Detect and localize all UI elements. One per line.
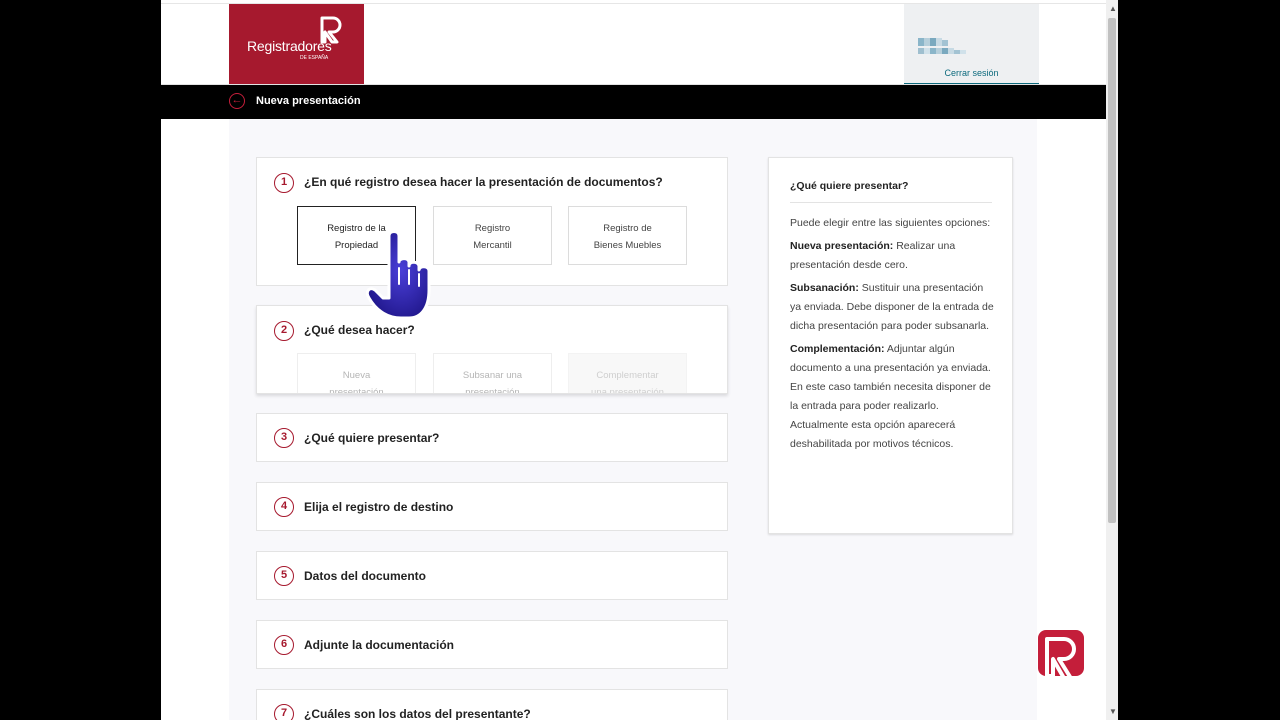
info-item: Nueva presentación: Realizar una present… bbox=[790, 237, 994, 275]
step-6-card[interactable]: 6 Adjunte la documentación bbox=[256, 620, 728, 669]
info-desc: Adjuntar algún documento a una presentac… bbox=[790, 343, 991, 450]
option-registro-mercantil[interactable]: Registro Mercantil bbox=[433, 206, 552, 265]
step-1-number: 1 bbox=[274, 173, 294, 193]
option-line: Registro de bbox=[603, 223, 652, 234]
step-3-card[interactable]: 3 ¿Qué quiere presentar? bbox=[256, 413, 728, 462]
vertical-scrollbar[interactable]: ▲ ▼ bbox=[1106, 0, 1118, 720]
hand-pointer-icon bbox=[365, 230, 431, 320]
logo-subtitle: DE ESPAÑA bbox=[300, 55, 329, 61]
step-3-title: ¿Qué quiere presentar? bbox=[304, 431, 440, 445]
logout-link[interactable]: Cerrar sesión bbox=[904, 68, 1039, 78]
back-arrow-icon[interactable]: ← bbox=[229, 93, 245, 109]
step-5-card[interactable]: 5 Datos del documento bbox=[256, 551, 728, 600]
page: Registradores DE ESPAÑA Cerrar sesión ← … bbox=[161, 0, 1106, 720]
step-4-number: 4 bbox=[274, 497, 294, 517]
option-line: Subsanar una bbox=[462, 370, 523, 381]
info-panel-title: ¿Qué quiere presentar? bbox=[790, 180, 909, 192]
option-line: Nueva bbox=[342, 370, 371, 381]
step-1-title: ¿En qué registro desea hacer la presenta… bbox=[304, 175, 663, 189]
registradores-logo[interactable]: Registradores DE ESPAÑA bbox=[229, 4, 364, 85]
option-line: Bienes Muebles bbox=[593, 240, 662, 251]
option-complementar-presentacion: Complementar una presentación bbox=[568, 353, 687, 394]
scroll-up-icon[interactable]: ▲ bbox=[1109, 4, 1117, 13]
option-line: presentación bbox=[329, 387, 384, 394]
info-panel-body: Puede elegir entre las siguientes opcion… bbox=[790, 214, 994, 458]
step-2-card: 2 ¿Qué desea hacer? Nueva presentación S… bbox=[256, 305, 728, 394]
step-3-number: 3 bbox=[274, 428, 294, 448]
step-7-title: ¿Cuáles son los datos del presentante? bbox=[304, 707, 531, 720]
option-line: presentación bbox=[465, 387, 520, 394]
option-subsanar-presentacion[interactable]: Subsanar una presentación bbox=[433, 353, 552, 394]
step-6-number: 6 bbox=[274, 635, 294, 655]
step-7-card[interactable]: 7 ¿Cuáles son los datos del presentante? bbox=[256, 689, 728, 720]
scrollbar-thumb[interactable] bbox=[1108, 18, 1116, 523]
option-line: Registro bbox=[474, 223, 511, 234]
user-avatar-icon bbox=[918, 38, 966, 54]
scroll-down-icon[interactable]: ▼ bbox=[1109, 707, 1117, 716]
info-panel: ¿Qué quiere presentar? Puede elegir entr… bbox=[768, 157, 1013, 534]
step-7-number: 7 bbox=[274, 704, 294, 720]
user-box: Cerrar sesión bbox=[904, 4, 1039, 85]
step-1-card: 1 ¿En qué registro desea hacer la presen… bbox=[256, 157, 728, 286]
info-term: Subsanación: bbox=[790, 282, 859, 294]
info-item: Subsanación: Sustituir una presentación … bbox=[790, 279, 994, 336]
step-5-number: 5 bbox=[274, 566, 294, 586]
step-4-title: Elija el registro de destino bbox=[304, 500, 454, 514]
option-nueva-presentacion[interactable]: Nueva presentación bbox=[297, 353, 416, 394]
option-line: Mercantil bbox=[473, 240, 512, 251]
logo-name: Registradores bbox=[247, 38, 332, 54]
info-divider bbox=[790, 202, 992, 203]
step-5-title: Datos del documento bbox=[304, 569, 427, 583]
info-item: Complementación: Adjuntar algún document… bbox=[790, 340, 994, 454]
option-line: Complementar bbox=[596, 370, 659, 381]
step-2-number: 2 bbox=[274, 321, 294, 341]
corner-logo-icon bbox=[1038, 630, 1084, 682]
info-intro: Puede elegir entre las siguientes opcion… bbox=[790, 217, 991, 229]
info-term: Complementación: bbox=[790, 343, 885, 355]
step-4-card[interactable]: 4 Elija el registro de destino bbox=[256, 482, 728, 531]
info-term: Nueva presentación: bbox=[790, 240, 894, 252]
page-title: Nueva presentación bbox=[256, 95, 361, 107]
step-6-title: Adjunte la documentación bbox=[304, 638, 455, 652]
option-registro-bienes-muebles[interactable]: Registro de Bienes Muebles bbox=[568, 206, 687, 265]
navbar: ← Nueva presentación bbox=[161, 85, 1106, 119]
option-line: una presentación bbox=[591, 387, 664, 394]
